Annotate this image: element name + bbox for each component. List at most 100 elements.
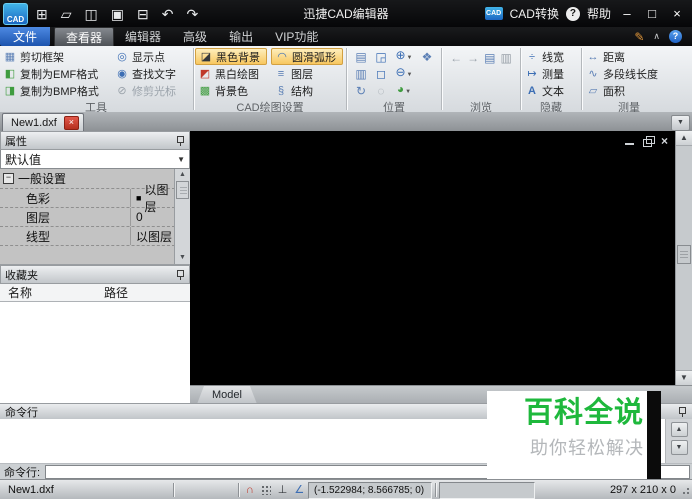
properties-panel-header: 属性: [0, 131, 190, 150]
command-scrollbar[interactable]: ▲ ▼: [665, 419, 692, 463]
scrollbar-thumb[interactable]: [176, 181, 189, 199]
trim-cursor-button[interactable]: ⊘修剪光标: [112, 82, 192, 99]
model-tab[interactable]: Model: [197, 386, 257, 404]
redo-icon[interactable]: ↷: [186, 7, 198, 21]
command-scroll-up-icon[interactable]: ▲: [671, 422, 688, 437]
property-row-layer[interactable]: 图层 0: [0, 208, 175, 227]
tab-output[interactable]: 输出: [218, 27, 264, 46]
save-icon[interactable]: ◫: [85, 7, 98, 21]
scroll-down-icon[interactable]: ▼: [175, 252, 190, 264]
scroll-up-icon[interactable]: ▲: [175, 169, 190, 181]
canvas-vertical-scrollbar[interactable]: ▲ ▼: [675, 131, 692, 385]
tab-viewer[interactable]: 查看器: [54, 27, 114, 46]
property-row-linetype[interactable]: 线型 以图层: [0, 227, 175, 246]
open-file-icon[interactable]: ▱: [61, 7, 72, 21]
angle-snap-icon[interactable]: ∠: [294, 484, 304, 496]
bw-drawing-button[interactable]: ◩黑白绘图: [195, 65, 267, 82]
zoom-previous-icon[interactable]: ◌: [371, 83, 391, 99]
mdi-restore-icon[interactable]: [643, 139, 652, 147]
text-toggle[interactable]: A文本: [522, 82, 567, 99]
perpendicular-snap-icon[interactable]: ⊥: [278, 484, 288, 496]
cad-convert-icon[interactable]: CAD: [485, 7, 503, 20]
print-icon[interactable]: ⊟: [137, 7, 149, 21]
render-mode-icon[interactable]: ◕▼: [391, 81, 417, 100]
mdi-close-icon[interactable]: ×: [661, 136, 668, 146]
command-panel-title: 命令行: [5, 404, 38, 420]
cut-frame-button[interactable]: ▦剪切框架: [0, 48, 108, 65]
canvas-scroll-up-icon[interactable]: ▲: [676, 131, 692, 146]
close-button[interactable]: ×: [668, 4, 686, 24]
tab-editor[interactable]: 编辑器: [114, 27, 172, 46]
properties-scrollbar[interactable]: ▲ ▼: [174, 169, 190, 264]
menu-file-button[interactable]: 文件: [0, 27, 50, 46]
pan-icon[interactable]: ❖: [417, 49, 437, 65]
favorites-col-path[interactable]: 路径: [104, 284, 128, 301]
document-tab[interactable]: New1.dxf ×: [2, 113, 84, 131]
properties-pin-icon[interactable]: [176, 135, 185, 146]
mdi-minimize-icon[interactable]: [625, 143, 634, 145]
favorites-list[interactable]: [0, 302, 190, 403]
osnap-icon[interactable]: ∩: [246, 484, 254, 496]
area-button[interactable]: ▱面积: [583, 82, 661, 99]
rotate-view-icon[interactable]: ↻: [351, 83, 371, 99]
forward-icon[interactable]: →: [467, 50, 479, 66]
zoom-in-dropdown[interactable]: ▼: [407, 55, 413, 61]
properties-title: 属性: [5, 133, 27, 149]
new-file-icon[interactable]: ⊞: [36, 7, 48, 21]
cad-convert-button[interactable]: CAD转换: [510, 5, 559, 22]
document-tab-close-icon[interactable]: ×: [64, 116, 79, 130]
help-icon[interactable]: ?: [566, 7, 580, 21]
undo-icon[interactable]: ↶: [162, 7, 174, 21]
black-background-button[interactable]: ◪黑色背景: [195, 48, 267, 65]
quick-access-toolbar: ⊞ ▱ ◫ ▣ ⊟ ↶ ↷: [36, 7, 198, 21]
view-next-icon[interactable]: ▥: [501, 50, 512, 66]
background-color-button[interactable]: ▩背景色: [195, 82, 267, 99]
view-previous-icon[interactable]: ▤: [484, 50, 495, 66]
drawing-canvas[interactable]: ×: [190, 131, 676, 385]
zoom-extents-icon[interactable]: ◻: [371, 66, 391, 82]
find-text-button[interactable]: ◉查找文字: [112, 65, 192, 82]
collapse-section-icon[interactable]: −: [3, 173, 14, 184]
copy-view-icon[interactable]: ▤: [351, 49, 371, 65]
canvas-scrollbar-thumb[interactable]: [677, 245, 691, 264]
collapse-ribbon-icon[interactable]: ∧: [653, 31, 660, 42]
canvas-scroll-down-icon[interactable]: ▼: [676, 370, 692, 385]
show-points-button[interactable]: ◎显示点: [112, 48, 192, 65]
tab-advanced[interactable]: 高级: [172, 27, 218, 46]
smooth-arc-button[interactable]: ◠圆滑弧形: [271, 48, 343, 65]
zoom-window-icon[interactable]: ◲: [371, 49, 391, 65]
measure-toggle[interactable]: ↦测量: [522, 65, 567, 82]
paste-view-icon[interactable]: ▥: [351, 66, 371, 82]
back-icon[interactable]: ←: [450, 50, 462, 66]
group-label-position: 位置: [348, 99, 440, 112]
copy-emf-button[interactable]: ◧复制为EMF格式: [0, 65, 108, 82]
polyline-length-button[interactable]: ∿多段线长度: [583, 65, 661, 82]
bw-drawing-icon: ◩: [198, 67, 212, 80]
grid-snap-icon[interactable]: [261, 485, 271, 495]
resize-grip[interactable]: [680, 485, 690, 495]
structure-button[interactable]: §结构: [271, 82, 343, 99]
save-as-icon[interactable]: ▣: [111, 7, 124, 21]
property-row-color[interactable]: 色彩 ■以图层: [0, 189, 175, 208]
tab-list-chevron-icon[interactable]: ▼: [671, 115, 690, 131]
maximize-button[interactable]: □: [643, 4, 661, 24]
layers-button[interactable]: ≡图层: [271, 65, 343, 82]
copy-bmp-button[interactable]: ◨复制为BMP格式: [0, 82, 108, 99]
pencil-icon[interactable]: ✎: [634, 30, 644, 44]
show-points-icon: ◎: [115, 50, 129, 63]
zoom-out-dropdown[interactable]: ▼: [407, 72, 413, 78]
minimize-button[interactable]: –: [618, 4, 636, 24]
help-button[interactable]: 帮助: [587, 5, 611, 22]
ribbon-divider: [520, 48, 521, 110]
ribbon-group-measure: ↔距离 ∿多段线长度 ▱面积 测量: [583, 46, 675, 112]
properties-preset-dropdown[interactable]: 默认值 ▼: [0, 150, 190, 169]
line-width-toggle[interactable]: ÷线宽: [522, 48, 567, 65]
render-mode-dropdown[interactable]: ▼: [405, 89, 411, 95]
tab-vip[interactable]: VIP功能: [264, 27, 329, 46]
distance-button[interactable]: ↔距离: [583, 48, 661, 65]
ribbon-help-icon[interactable]: ?: [669, 30, 682, 43]
command-scroll-down-icon[interactable]: ▼: [671, 440, 688, 455]
favorites-col-name[interactable]: 名称: [0, 284, 104, 301]
command-pin-icon[interactable]: [678, 406, 687, 417]
favorites-pin-icon[interactable]: [176, 269, 185, 280]
